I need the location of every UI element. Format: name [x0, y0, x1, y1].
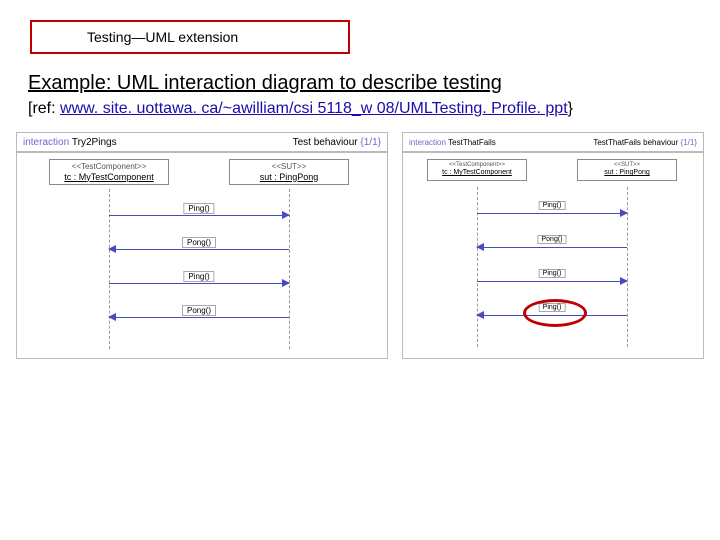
lifeline-head-tc: <<TestComponent>> tc : MyTestComponent: [427, 159, 527, 181]
message-pong-1: Pong(): [109, 241, 289, 255]
message-label: Ping(): [183, 271, 214, 282]
message-ping-1: Ping(): [477, 205, 627, 219]
arrow-right-icon: [620, 209, 628, 217]
frame-page: {1/1}: [360, 137, 381, 148]
lifeline-head-tc: <<TestComponent>> tc : MyTestComponent: [49, 159, 169, 185]
message-label: Pong(): [182, 237, 216, 248]
frame-page: {1/1}: [681, 138, 697, 147]
arrow-left-icon: [476, 311, 484, 319]
lifeline-name: sut : PingPong: [580, 169, 674, 177]
seq-diagram-testthatfails: interaction TestThatFails TestThatFails …: [398, 128, 708, 363]
seq-diagram-try2pings: interaction Try2Pings Test behaviour {1/…: [12, 128, 392, 363]
ref-suffix: }: [568, 100, 573, 117]
topic-text: Testing—UML extension: [87, 29, 238, 45]
message-label: Pong(): [537, 235, 566, 244]
arrow-left-icon: [476, 243, 484, 251]
frame-name: TestThatFails: [448, 138, 496, 147]
arrow-right-icon: [282, 279, 290, 287]
message-line: [109, 283, 289, 284]
message-ping-2: Ping(): [477, 273, 627, 287]
message-line: [477, 247, 627, 248]
frame-right-group: TestThatFails behaviour {1/1}: [593, 138, 697, 147]
lifeline-name: tc : MyTestComponent: [53, 172, 165, 183]
frame-body: <<TestComponent>> tc : MyTestComponent <…: [402, 152, 704, 359]
lifeline-head-sut: <<SUT>> sut : PingPong: [577, 159, 677, 181]
message-pong-1: Pong(): [477, 239, 627, 253]
example-heading: Example: UML interaction diagram to desc…: [28, 72, 502, 95]
message-pong-2: Pong(): [109, 309, 289, 323]
frame-behaviour: Test behaviour: [293, 137, 358, 148]
reference-link[interactable]: www. site. uottawa. ca/~awilliam/csi 511…: [60, 100, 568, 117]
message-label: Ping(): [183, 203, 214, 214]
frame-right-group: Test behaviour {1/1}: [293, 137, 381, 148]
arrow-left-icon: [108, 245, 116, 253]
frame-kind: interaction: [409, 138, 446, 147]
message-line: [477, 213, 627, 214]
arrow-right-icon: [282, 211, 290, 219]
message-ping-1: Ping(): [109, 207, 289, 221]
lifeline-head-sut: <<SUT>> sut : PingPong: [229, 159, 349, 185]
message-line: [109, 249, 289, 250]
stereotype: <<TestComponent>>: [430, 162, 524, 169]
stereotype: <<SUT>>: [233, 162, 345, 172]
ref-prefix: [ref:: [28, 100, 60, 117]
lifeline-name: sut : PingPong: [233, 172, 345, 183]
stereotype: <<SUT>>: [580, 162, 674, 169]
frame-behaviour: TestThatFails behaviour: [593, 138, 678, 147]
frame-left-group: interaction TestThatFails: [409, 138, 496, 147]
lifeline-name: tc : MyTestComponent: [430, 169, 524, 177]
frame-name: Try2Pings: [72, 137, 117, 148]
message-label: Pong(): [182, 305, 216, 316]
arrow-left-icon: [108, 313, 116, 321]
topic-box: Testing—UML extension: [30, 20, 350, 54]
message-label: Ping(): [539, 269, 566, 278]
message-ping-2: Ping(): [109, 275, 289, 289]
frame-header: interaction Try2Pings Test behaviour {1/…: [16, 132, 388, 152]
message-line: [109, 317, 289, 318]
example-heading-text: Example: UML interaction diagram to desc…: [28, 72, 502, 94]
frame-body: <<TestComponent>> tc : MyTestComponent <…: [16, 152, 388, 359]
diagrams-row: interaction Try2Pings Test behaviour {1/…: [12, 128, 708, 363]
frame-kind: interaction: [23, 137, 69, 148]
frame-left-group: interaction Try2Pings: [23, 137, 117, 148]
stereotype: <<TestComponent>>: [53, 162, 165, 172]
message-label: Ping(): [539, 201, 566, 210]
highlight-oval: [523, 299, 587, 327]
arrow-right-icon: [620, 277, 628, 285]
frame-header: interaction TestThatFails TestThatFails …: [402, 132, 704, 152]
message-line: [477, 281, 627, 282]
reference-line: [ref: www. site. uottawa. ca/~awilliam/c…: [28, 100, 573, 118]
message-line: [109, 215, 289, 216]
